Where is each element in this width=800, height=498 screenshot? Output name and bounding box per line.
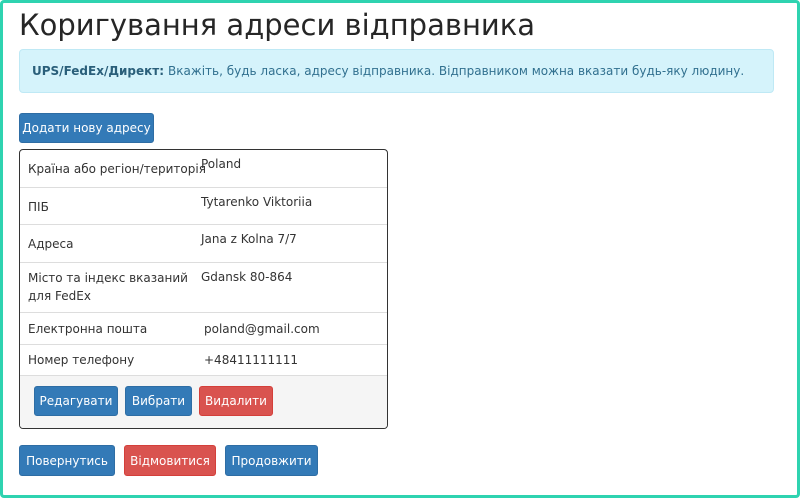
address-card: Країна або регіон/територія Poland ПІБ T… bbox=[19, 149, 388, 429]
city-value: Gdansk 80-864 bbox=[201, 270, 293, 284]
delete-button[interactable]: Видалити bbox=[199, 386, 273, 416]
name-value: Tytarenko Viktoriia bbox=[201, 195, 313, 209]
continue-button[interactable]: Продовжити bbox=[225, 445, 318, 476]
info-alert: UPS/FedEx/Директ: Вкажіть, будь ласка, а… bbox=[19, 49, 774, 93]
alert-text: Вкажіть, будь ласка, адресу відправника.… bbox=[168, 64, 745, 78]
name-label: ПІБ bbox=[28, 200, 49, 214]
edit-button[interactable]: Редагувати bbox=[34, 386, 118, 416]
country-label: Країна або регіон/територія bbox=[28, 162, 206, 176]
phone-label: Номер телефону bbox=[28, 353, 135, 367]
email-row: Електронна пошта poland@gmail.com bbox=[20, 313, 387, 345]
cancel-button[interactable]: Відмовитися bbox=[124, 445, 216, 476]
phone-row: Номер телефону +48411111111 bbox=[20, 345, 387, 376]
select-button[interactable]: Вибрати bbox=[125, 386, 192, 416]
add-address-button[interactable]: Додати нову адресу bbox=[19, 113, 154, 143]
page-title: Коригування адреси відправника bbox=[19, 8, 536, 42]
country-value: Poland bbox=[201, 157, 242, 171]
street-row: Адреса Jana z Kolna 7/7 bbox=[20, 225, 387, 263]
street-value: Jana z Kolna 7/7 bbox=[201, 232, 297, 246]
city-label-line1: Місто та індекс вказаний bbox=[28, 271, 188, 285]
city-label: Місто та індекс вказаний для FedEx bbox=[28, 269, 188, 305]
back-button[interactable]: Повернутись bbox=[19, 445, 115, 476]
city-row: Місто та індекс вказаний для FedEx Gdans… bbox=[20, 263, 387, 313]
street-label: Адреса bbox=[28, 237, 74, 251]
city-label-line2: для FedEx bbox=[28, 289, 91, 303]
alert-strong: UPS/FedEx/Директ: bbox=[32, 64, 165, 78]
phone-value: +48411111111 bbox=[204, 353, 299, 367]
country-row: Країна або регіон/територія Poland bbox=[20, 150, 387, 188]
card-actions: Редагувати Вибрати Видалити bbox=[20, 376, 387, 428]
email-value: poland@gmail.com bbox=[204, 322, 320, 336]
email-label: Електронна пошта bbox=[28, 322, 148, 336]
name-row: ПІБ Tytarenko Viktoriia bbox=[20, 188, 387, 225]
